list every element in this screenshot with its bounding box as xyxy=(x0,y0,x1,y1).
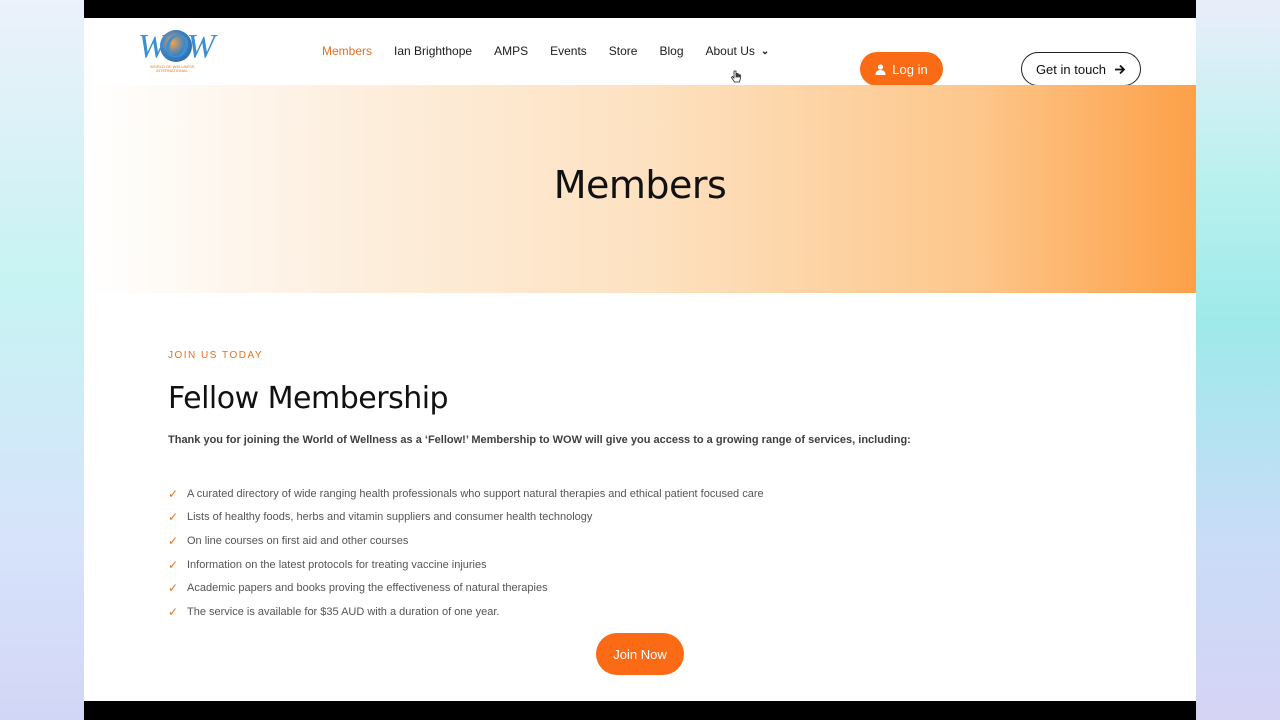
check-icon: ✓ xyxy=(168,510,179,525)
top-black-bar xyxy=(84,0,1196,18)
nav-item-ian-brighthope[interactable]: Ian Brighthope xyxy=(394,44,472,58)
check-icon: ✓ xyxy=(168,486,179,501)
feature-text: Academic papers and books proving the ef… xyxy=(187,582,548,595)
list-item: ✓ A curated directory of wide ranging hea… xyxy=(168,482,1068,506)
bottom-black-bar xyxy=(84,701,1196,720)
list-item: ✓ Lists of healthy foods, herbs and vitam… xyxy=(168,506,1068,530)
feature-text: A curated directory of wide ranging heal… xyxy=(187,487,764,500)
user-icon xyxy=(875,63,886,75)
background-left xyxy=(0,0,84,720)
chevron-down-icon: ⌄ xyxy=(760,45,770,57)
nav-item-about-us[interactable]: About Us ⌄ xyxy=(706,44,770,58)
background-right xyxy=(1196,0,1280,720)
main-nav: Members Ian Brighthope AMPS Events Store… xyxy=(322,44,791,58)
page-title: Members xyxy=(553,163,727,207)
feature-text: Lists of healthy foods, herbs and vitami… xyxy=(187,511,593,524)
site-logo[interactable]: WOW WORLD OF WELLNESS INTERNATIONAL xyxy=(138,28,216,74)
feature-text: On line courses on first aid and other c… xyxy=(187,534,409,547)
get-in-touch-label: Get in touch xyxy=(1035,61,1107,77)
nav-item-blog[interactable]: Blog xyxy=(659,44,683,58)
site-header: WOW WORLD OF WELLNESS INTERNATIONAL Memb… xyxy=(84,18,1196,86)
hero-banner: Members xyxy=(84,85,1196,293)
list-item: ✓ The service is available for $35 AUD wi… xyxy=(168,600,1068,624)
nav-item-amps[interactable]: AMPS xyxy=(494,44,528,58)
check-icon: ✓ xyxy=(168,557,179,572)
intro-text: Thank you for joining the World of Welln… xyxy=(168,434,911,446)
get-in-touch-button[interactable]: Get in touch xyxy=(1021,52,1141,86)
feature-text: The service is available for $35 AUD wit… xyxy=(187,605,500,618)
arrow-right-icon xyxy=(1115,64,1126,74)
pointer-cursor-icon xyxy=(730,70,741,83)
check-icon: ✓ xyxy=(168,533,179,548)
feature-list: ✓ A curated directory of wide ranging hea… xyxy=(168,482,1068,624)
section-heading: Fellow Membership xyxy=(168,381,449,416)
check-icon: ✓ xyxy=(168,581,179,596)
section-eyebrow: JOIN US TODAY xyxy=(168,350,264,361)
list-item: ✓ On line courses on first aid and other … xyxy=(168,529,1068,553)
nav-item-members[interactable]: Members xyxy=(322,44,372,58)
login-button-label: Log in xyxy=(892,61,928,77)
browser-page: WOW WORLD OF WELLNESS INTERNATIONAL Memb… xyxy=(84,0,1196,720)
list-item: ✓ Academic papers and books proving the e… xyxy=(168,576,1068,600)
membership-section: JOIN US TODAY Fellow Membership Thank yo… xyxy=(168,350,1068,624)
feature-text: Information on the latest protocols for … xyxy=(187,558,487,571)
nav-item-store[interactable]: Store xyxy=(609,44,638,58)
join-now-button[interactable]: Join Now xyxy=(596,633,684,675)
logo-tagline-2: INTERNATIONAL xyxy=(156,68,188,73)
logo-wordmark: WOW xyxy=(138,28,215,65)
nav-item-about-us-label: About Us xyxy=(705,44,755,58)
check-icon: ✓ xyxy=(168,604,179,619)
nav-item-events[interactable]: Events xyxy=(550,44,587,58)
list-item: ✓ Information on the latest protocols for… xyxy=(168,553,1068,577)
login-button[interactable]: Log in xyxy=(860,52,943,86)
